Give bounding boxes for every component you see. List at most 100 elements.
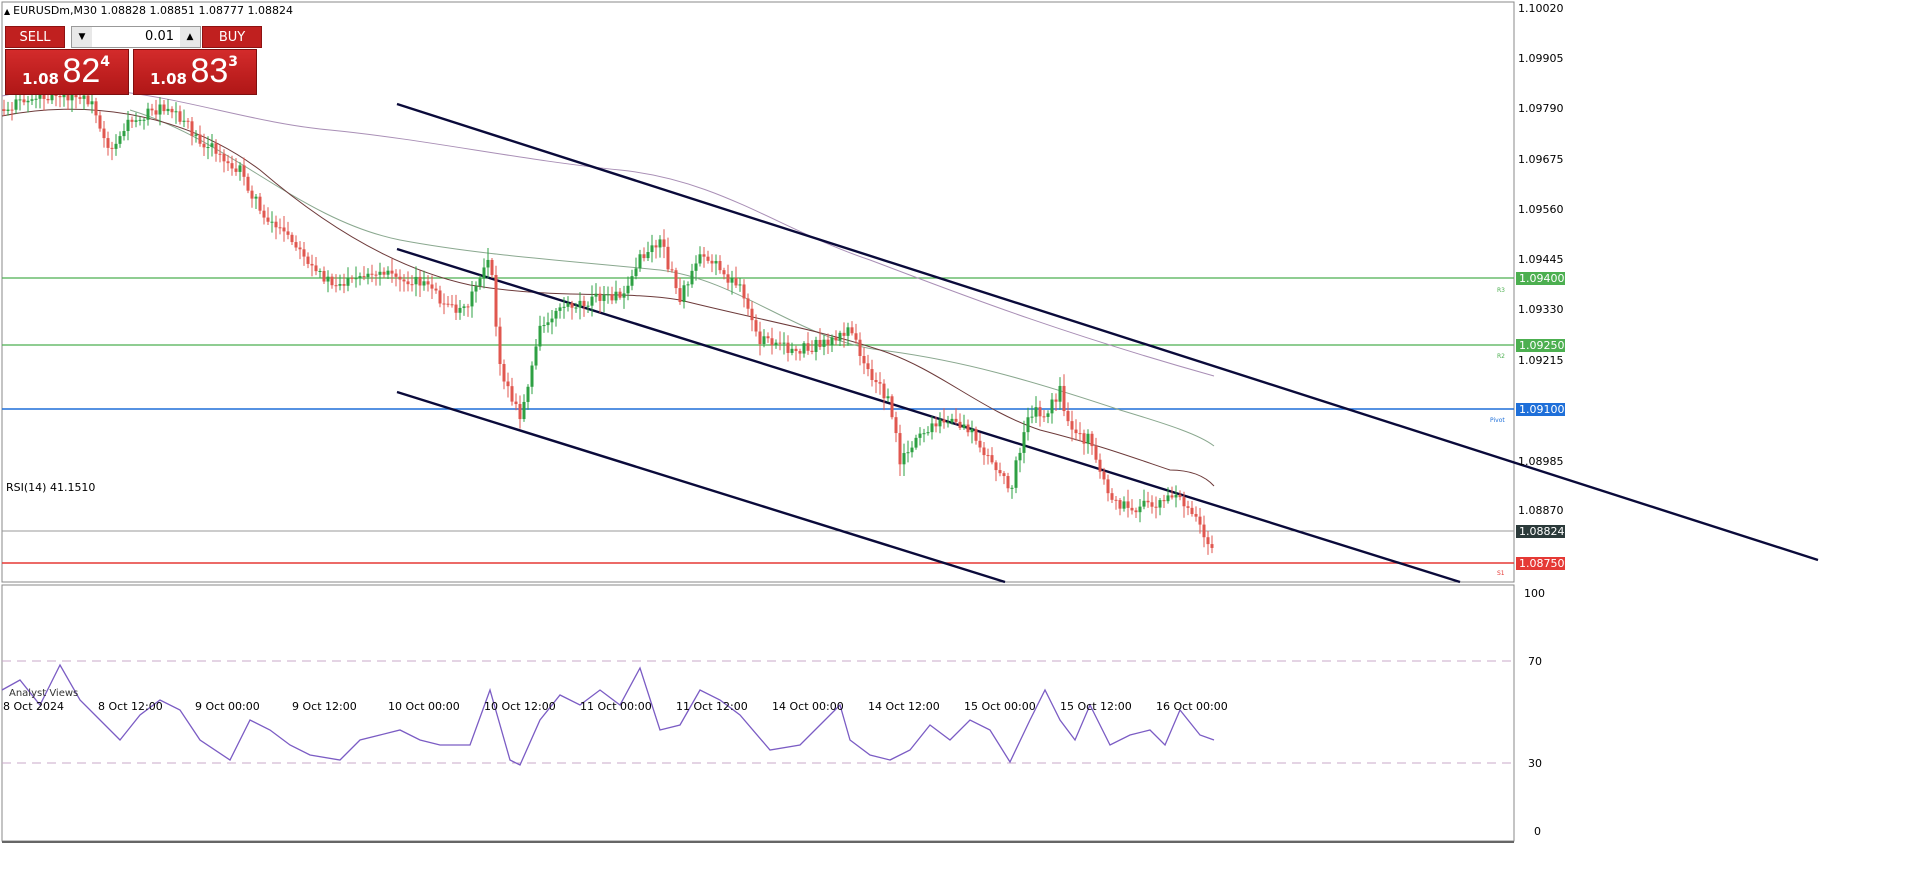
candle-body [982, 447, 986, 456]
candle-body [398, 276, 402, 280]
candle-body [1186, 506, 1190, 508]
candle-body [994, 462, 998, 471]
channel-lower-line[interactable] [396, 390, 1006, 584]
candle-body [1194, 514, 1198, 517]
candle-body [554, 310, 558, 319]
candle-body [1066, 411, 1070, 422]
rsi-panel-frame [1, 584, 1515, 842]
candle-body [818, 339, 822, 347]
buy-price-button[interactable]: 1.08 833 [133, 49, 257, 95]
candle-body [286, 231, 290, 235]
candle-body [642, 254, 646, 259]
candle-body [774, 342, 778, 346]
time-tick: 10 Oct 12:00 [484, 700, 556, 713]
candle-body [730, 277, 734, 283]
candle-body [1158, 500, 1162, 508]
candle-body [854, 333, 858, 340]
time-tick: 11 Oct 12:00 [676, 700, 748, 713]
channel-middle-line[interactable] [396, 247, 1461, 584]
r2-label: R2 [1497, 353, 1505, 360]
candle-body [174, 111, 178, 113]
candle-body [350, 277, 354, 279]
candle-body [266, 217, 270, 222]
candle-body [1110, 493, 1114, 500]
candle-body [902, 453, 906, 465]
candle-body [22, 99, 26, 103]
candle-body [282, 227, 286, 232]
candle-body [622, 293, 626, 298]
candle-body [1166, 495, 1170, 502]
candle-body [482, 267, 486, 279]
candle-body [690, 270, 694, 285]
candle-body [262, 210, 266, 218]
candle-body [402, 279, 406, 282]
symbol-quote: EURUSDm,M30 1.08828 1.08851 1.08777 1.08… [13, 4, 293, 17]
candle-body [970, 429, 974, 433]
candle-body [158, 104, 162, 115]
candle-body [714, 261, 718, 264]
candle-body [202, 143, 206, 148]
candle-body [518, 404, 522, 420]
candle-body [1162, 500, 1166, 502]
candle-body [322, 270, 326, 282]
buy-price-sup: 3 [228, 54, 239, 70]
candle-body [846, 327, 850, 336]
candle-body [1010, 487, 1014, 489]
candle-body [498, 326, 502, 365]
candle-body [538, 325, 542, 347]
candle-body [218, 153, 222, 155]
buy-button[interactable]: BUY [202, 26, 262, 48]
candle-body [918, 433, 922, 438]
candle-body [362, 276, 366, 278]
sell-price-prefix: 1.08 [21, 70, 59, 88]
candle-body [222, 153, 226, 162]
volume-input[interactable]: 0.01 [94, 27, 178, 47]
chevron-up-icon[interactable]: ▲ [180, 27, 200, 47]
candle-body [794, 348, 798, 352]
candle-body [526, 386, 530, 402]
candle-body [666, 246, 670, 270]
candle-body [1170, 495, 1174, 498]
candle-body [514, 401, 518, 405]
candle-body [1074, 429, 1078, 434]
candle-body [446, 303, 450, 305]
sell-button[interactable]: SELL [5, 26, 65, 48]
candle-body [958, 421, 962, 428]
time-tick: 8 Oct 12:00 [98, 700, 163, 713]
candle-body [1050, 399, 1054, 414]
current-price-tag: 1.08824 [1516, 525, 1565, 538]
price-tick: 1.09330 [1518, 303, 1564, 316]
candle-body [574, 307, 578, 309]
candle-body [886, 396, 890, 399]
candle-body [506, 381, 510, 387]
chart-canvas[interactable] [0, 0, 1916, 874]
candle-body [10, 109, 14, 111]
candle-body [410, 284, 414, 286]
candle-body [1206, 537, 1210, 545]
candle-body [590, 296, 594, 306]
candle-body [1058, 385, 1062, 402]
analyst-views-tab[interactable]: Analyst Views [9, 688, 78, 699]
candle-body [1126, 501, 1130, 508]
candle-body [838, 332, 842, 341]
candle-body [478, 278, 482, 287]
candle-body [990, 455, 994, 463]
candle-body [862, 356, 866, 364]
candle-body [122, 131, 126, 137]
candle-body [890, 396, 894, 418]
sell-price-button[interactable]: 1.08 824 [5, 49, 129, 95]
time-tick: 15 Oct 00:00 [964, 700, 1036, 713]
candle-body [534, 346, 538, 366]
candle-body [214, 143, 218, 154]
candle-body [706, 256, 710, 261]
candle-body [826, 339, 830, 346]
candle-body [1030, 416, 1034, 418]
candle-body [474, 286, 478, 292]
candle-body [438, 290, 442, 304]
candle-body [750, 308, 754, 321]
volume-field[interactable]: ▼ 0.01 ▲ [71, 26, 201, 48]
candle-body [106, 138, 110, 148]
chevron-down-icon[interactable]: ▼ [72, 27, 92, 47]
price-tick: 1.09215 [1518, 354, 1564, 367]
candle-body [406, 281, 410, 285]
